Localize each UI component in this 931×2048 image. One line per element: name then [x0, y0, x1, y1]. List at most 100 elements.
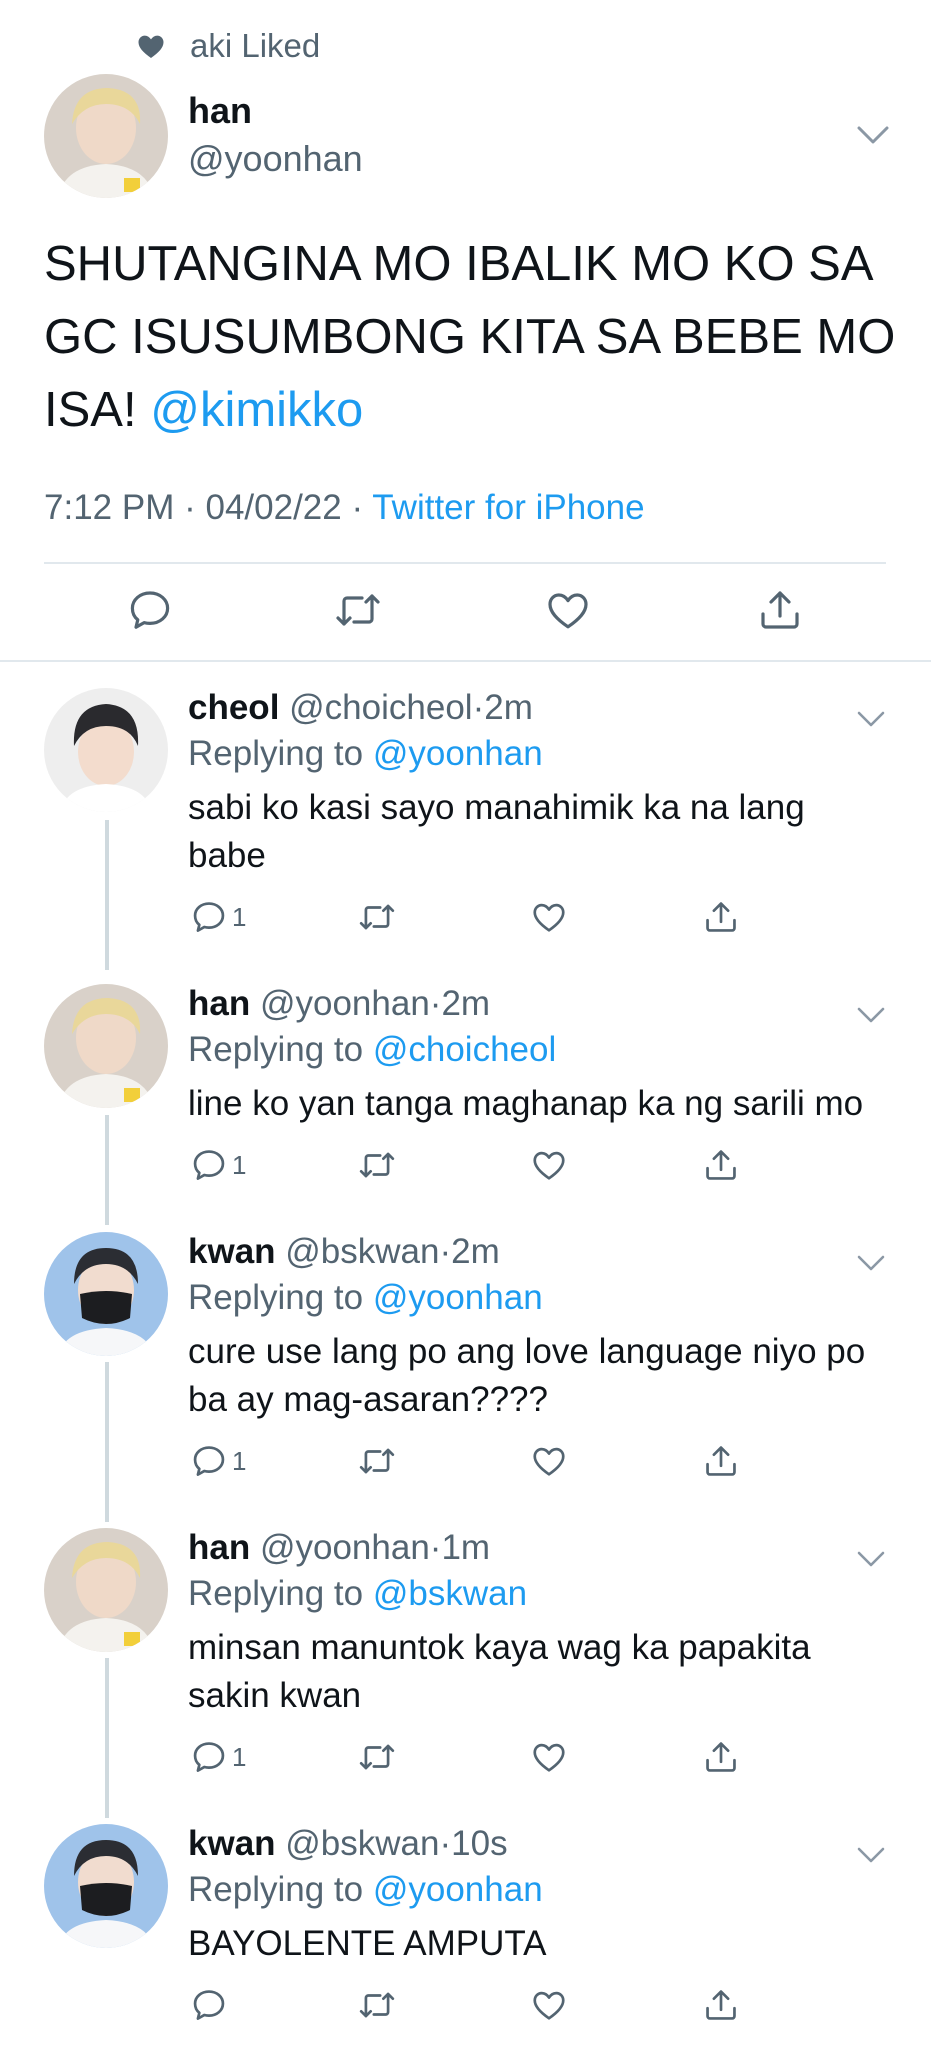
- replying-to: Replying to @yoonhan: [188, 734, 543, 774]
- replying-to-link[interactable]: @choicheol: [373, 1030, 556, 1069]
- author-name[interactable]: kwan: [188, 1824, 276, 1863]
- chevron-down-icon[interactable]: [856, 1252, 886, 1274]
- replying-to: Replying to @yoonhan: [188, 1870, 543, 1910]
- tweet-meta: 7:12 PM · 04/02/22 · Twitter for iPhone: [44, 488, 645, 528]
- reply-count: 1: [232, 1446, 247, 1476]
- reply-count: 1: [232, 902, 247, 932]
- replying-to: Replying to @bskwan: [188, 1574, 527, 1614]
- like-icon[interactable]: [530, 898, 568, 936]
- chevron-down-icon[interactable]: [856, 708, 886, 730]
- reply-icon[interactable]: [126, 586, 174, 634]
- replying-to-link[interactable]: @yoonhan: [373, 734, 543, 773]
- reply-time: 2m: [451, 1232, 500, 1271]
- share-icon[interactable]: [702, 1146, 740, 1184]
- author-name[interactable]: kwan: [188, 1232, 276, 1271]
- share-icon[interactable]: [702, 1738, 740, 1776]
- author-handle[interactable]: @bskwan: [285, 1824, 439, 1863]
- retweet-icon[interactable]: [358, 898, 396, 936]
- reply-header: cheol @choicheol·2m: [188, 688, 533, 728]
- retweet-icon[interactable]: [358, 1738, 396, 1776]
- author-handle[interactable]: @choicheol: [289, 688, 472, 727]
- reply-icon[interactable]: [190, 1146, 228, 1184]
- share-icon[interactable]: [702, 1442, 740, 1480]
- reply-time: 1m: [441, 1528, 491, 1567]
- reply-time: 10s: [451, 1824, 508, 1863]
- tweet-date: 04/02/22: [205, 488, 342, 527]
- meta-separator: ·: [184, 488, 196, 527]
- reply-time: 2m: [484, 688, 533, 727]
- heart-filled-icon: [138, 35, 164, 59]
- reply-action-bar: 1: [0, 1146, 931, 1186]
- author-name[interactable]: han: [188, 90, 252, 132]
- author-name[interactable]: cheol: [188, 688, 279, 727]
- author-name[interactable]: han: [188, 984, 250, 1023]
- replying-to: Replying to @choicheol: [188, 1030, 556, 1070]
- chevron-down-icon[interactable]: [856, 1844, 886, 1866]
- reply-header: han @yoonhan·1m: [188, 1528, 490, 1568]
- retweet-icon[interactable]: [358, 1442, 396, 1480]
- reply-text: minsan manuntok kaya wag ka papakita sak…: [188, 1628, 811, 1715]
- reply-count: 1: [232, 1742, 247, 1772]
- reply-icon[interactable]: [190, 1986, 228, 2024]
- chevron-down-icon[interactable]: [856, 122, 890, 148]
- social-context: aki Liked: [136, 24, 320, 68]
- replying-to-link[interactable]: @yoonhan: [373, 1278, 543, 1317]
- reply-text: cure use lang po ang love language niyo …: [188, 1332, 866, 1419]
- tweet-text: SHUTANGINA MO IBALIK MO KO SA GC ISUSUMB…: [44, 228, 904, 447]
- tweet-source-link[interactable]: Twitter for iPhone: [372, 488, 644, 527]
- author-handle[interactable]: @yoonhan: [188, 138, 363, 180]
- avatar[interactable]: [44, 74, 168, 198]
- divider: [0, 660, 931, 662]
- like-icon[interactable]: [544, 586, 592, 634]
- chevron-down-icon[interactable]: [856, 1548, 886, 1570]
- avatar[interactable]: [44, 984, 168, 1108]
- retweet-icon[interactable]: [358, 1986, 396, 2024]
- reply-action-bar: 1: [0, 898, 931, 938]
- divider: [44, 562, 886, 564]
- like-icon[interactable]: [530, 1146, 568, 1184]
- reply-time: 2m: [441, 984, 491, 1023]
- replying-label: Replying to: [188, 1870, 364, 1909]
- author-handle[interactable]: @yoonhan: [260, 1528, 430, 1567]
- replying-to-link[interactable]: @bskwan: [373, 1574, 527, 1613]
- meta-separator: ·: [429, 1528, 442, 1567]
- chevron-down-icon[interactable]: [856, 1004, 886, 1026]
- retweet-icon[interactable]: [358, 1146, 396, 1184]
- author-handle[interactable]: @bskwan: [285, 1232, 439, 1271]
- reply-icon[interactable]: [190, 898, 228, 936]
- reply-action-bar: 1: [0, 1738, 931, 1778]
- retweet-icon[interactable]: [334, 586, 382, 634]
- share-icon[interactable]: [756, 586, 804, 634]
- avatar[interactable]: [44, 688, 168, 812]
- replying-label: Replying to: [188, 734, 364, 773]
- share-icon[interactable]: [702, 1986, 740, 2024]
- reply-count: 1: [232, 1150, 247, 1180]
- reply-text: line ko yan tanga maghanap ka ng sarili …: [188, 1084, 864, 1123]
- replying-to: Replying to @yoonhan: [188, 1278, 543, 1318]
- social-context-text: aki Liked: [190, 27, 321, 64]
- reply-action-bar: 1: [0, 1442, 931, 1482]
- avatar[interactable]: [44, 1528, 168, 1652]
- replying-to-link[interactable]: @yoonhan: [373, 1870, 543, 1909]
- reply-icon[interactable]: [190, 1738, 228, 1776]
- author-name[interactable]: han: [188, 1528, 250, 1567]
- share-icon[interactable]: [702, 898, 740, 936]
- mention-link[interactable]: @kimikko: [150, 383, 363, 437]
- like-icon[interactable]: [530, 1442, 568, 1480]
- meta-separator: ·: [351, 488, 364, 527]
- thread-line: [105, 820, 109, 970]
- reply-icon[interactable]: [190, 1442, 228, 1480]
- author-handle[interactable]: @yoonhan: [260, 984, 430, 1023]
- avatar[interactable]: [44, 1232, 168, 1356]
- reply-action-bar: [0, 1986, 931, 2026]
- meta-separator: ·: [472, 688, 485, 727]
- reply-text: BAYOLENTE AMPUTA: [188, 1924, 547, 1963]
- tweet-time: 7:12 PM: [44, 488, 175, 527]
- like-icon[interactable]: [530, 1986, 568, 2024]
- reply-text: sabi ko kasi sayo manahimik ka na lang b…: [188, 788, 805, 875]
- like-icon[interactable]: [530, 1738, 568, 1776]
- meta-separator: ·: [439, 1824, 452, 1863]
- replying-label: Replying to: [188, 1574, 364, 1613]
- avatar[interactable]: [44, 1824, 168, 1948]
- reply-header: kwan @bskwan·10s: [188, 1824, 508, 1864]
